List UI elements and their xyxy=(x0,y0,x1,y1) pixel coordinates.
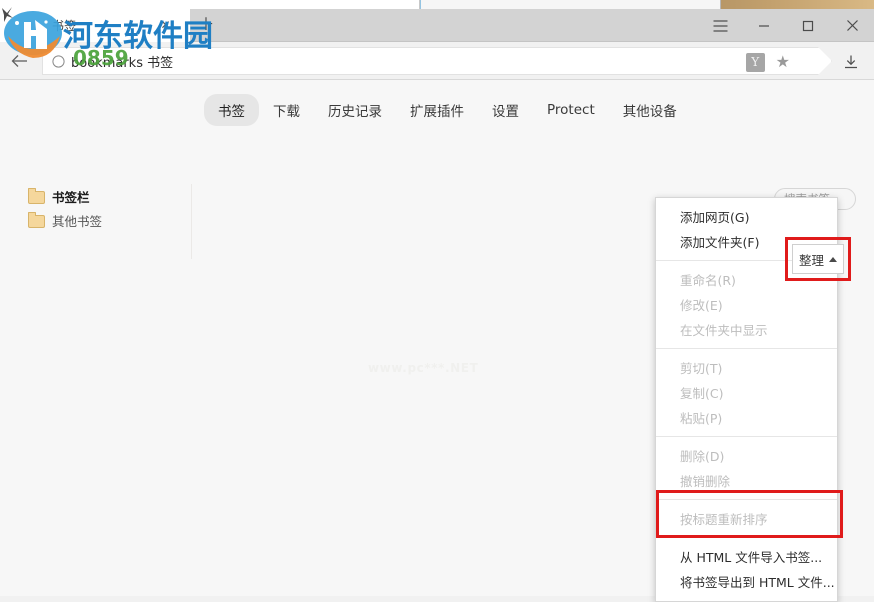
sidebar-item-bookmarks-bar[interactable]: 书签栏 xyxy=(0,184,191,208)
tab-strip: 书签 ✕ ＋ xyxy=(0,9,874,42)
bookmark-tree-sidebar: 书签栏 其他书签 xyxy=(0,184,192,259)
menu-separator xyxy=(656,499,837,500)
download-icon[interactable] xyxy=(836,49,866,75)
nav-tab-history[interactable]: 历史记录 xyxy=(314,94,396,126)
address-bar-actions: Y ★ xyxy=(746,48,797,76)
organize-button-label: 整理 xyxy=(798,252,824,268)
chevron-up-icon xyxy=(829,256,837,262)
nav-tab-protect[interactable]: Protect xyxy=(533,96,609,124)
menu-item-delete: 删除(D) xyxy=(680,449,725,464)
star-icon[interactable]: ★ xyxy=(769,54,797,70)
menu-item-copy: 复制(C) xyxy=(680,386,724,401)
nav-tab-other-devices[interactable]: 其他设备 xyxy=(609,94,691,126)
folder-icon xyxy=(28,188,45,204)
browser-tab-bookmarks[interactable]: 书签 ✕ xyxy=(0,9,190,42)
menu-item-import-bookmarks-from-html[interactable]: 从 HTML 文件导入书签... xyxy=(656,544,837,569)
sidebar-item-label: 书签栏 xyxy=(52,189,90,205)
organize-button[interactable]: 整理 xyxy=(792,244,844,274)
menu-item-undo-delete: 撤销删除 xyxy=(680,474,731,489)
window-close-icon[interactable] xyxy=(830,9,874,42)
tab-title: 书签 xyxy=(52,19,77,33)
folder-icon xyxy=(28,212,45,228)
minimize-icon[interactable] xyxy=(742,9,786,42)
menu-separator xyxy=(656,348,837,349)
background-window-1 xyxy=(0,0,420,9)
menu-separator xyxy=(656,436,837,437)
tab-close-icon[interactable]: ✕ xyxy=(159,19,172,32)
menu-item-export-bookmarks-to-html[interactable]: 将书签导出到 HTML 文件... xyxy=(656,569,837,594)
browser-toolbar: bookmarks 书签 Y ★ xyxy=(0,42,874,80)
new-tab-icon[interactable]: ＋ xyxy=(196,15,216,35)
hamburger-menu-icon[interactable] xyxy=(698,9,742,42)
window-controls xyxy=(698,9,874,42)
center-watermark: www.pc***.NET xyxy=(368,361,479,375)
background-window-2 xyxy=(421,0,721,9)
organize-button-wrap: 整理 xyxy=(785,237,851,281)
bookmark-manager-nav: 书签 下载 历史记录 扩展插件 设置 Protect 其他设备 xyxy=(204,94,691,126)
page-info-icon[interactable] xyxy=(52,55,65,68)
nav-tab-bookmarks[interactable]: 书签 xyxy=(204,94,259,126)
menu-item-paste: 粘贴(P) xyxy=(680,411,723,426)
page-header: 书签 下载 历史记录 扩展插件 设置 Protect 其他设备 xyxy=(0,80,874,140)
menu-item-edit: 修改(E) xyxy=(680,298,723,313)
desktop-background-strip xyxy=(0,0,874,9)
menu-item-cut: 剪切(T) xyxy=(680,361,723,376)
menu-separator xyxy=(656,537,837,538)
translate-badge-icon[interactable]: Y xyxy=(746,53,765,72)
address-bar-url: bookmarks 书签 xyxy=(71,55,174,71)
address-bar[interactable]: bookmarks 书签 Y ★ xyxy=(42,47,832,75)
nav-tab-settings[interactable]: 设置 xyxy=(478,94,533,126)
back-arrow-icon[interactable] xyxy=(0,42,38,80)
sidebar-item-other-bookmarks[interactable]: 其他书签 xyxy=(0,208,191,232)
menu-item-show-in-folder: 在文件夹中显示 xyxy=(680,323,768,338)
browser-window: 书签 ✕ ＋ bookmarks 书签 Y ★ 书签 下载 历史记录 扩展插件 … xyxy=(0,9,874,602)
sidebar-item-label: 其他书签 xyxy=(52,213,103,229)
menu-item-add-page[interactable]: 添加网页(G) xyxy=(656,204,837,229)
maximize-icon[interactable] xyxy=(786,9,830,42)
menu-item-reorder-by-title: 按标题重新排序 xyxy=(680,512,768,527)
nav-tab-extensions[interactable]: 扩展插件 xyxy=(396,94,478,126)
nav-tab-downloads[interactable]: 下载 xyxy=(259,94,314,126)
